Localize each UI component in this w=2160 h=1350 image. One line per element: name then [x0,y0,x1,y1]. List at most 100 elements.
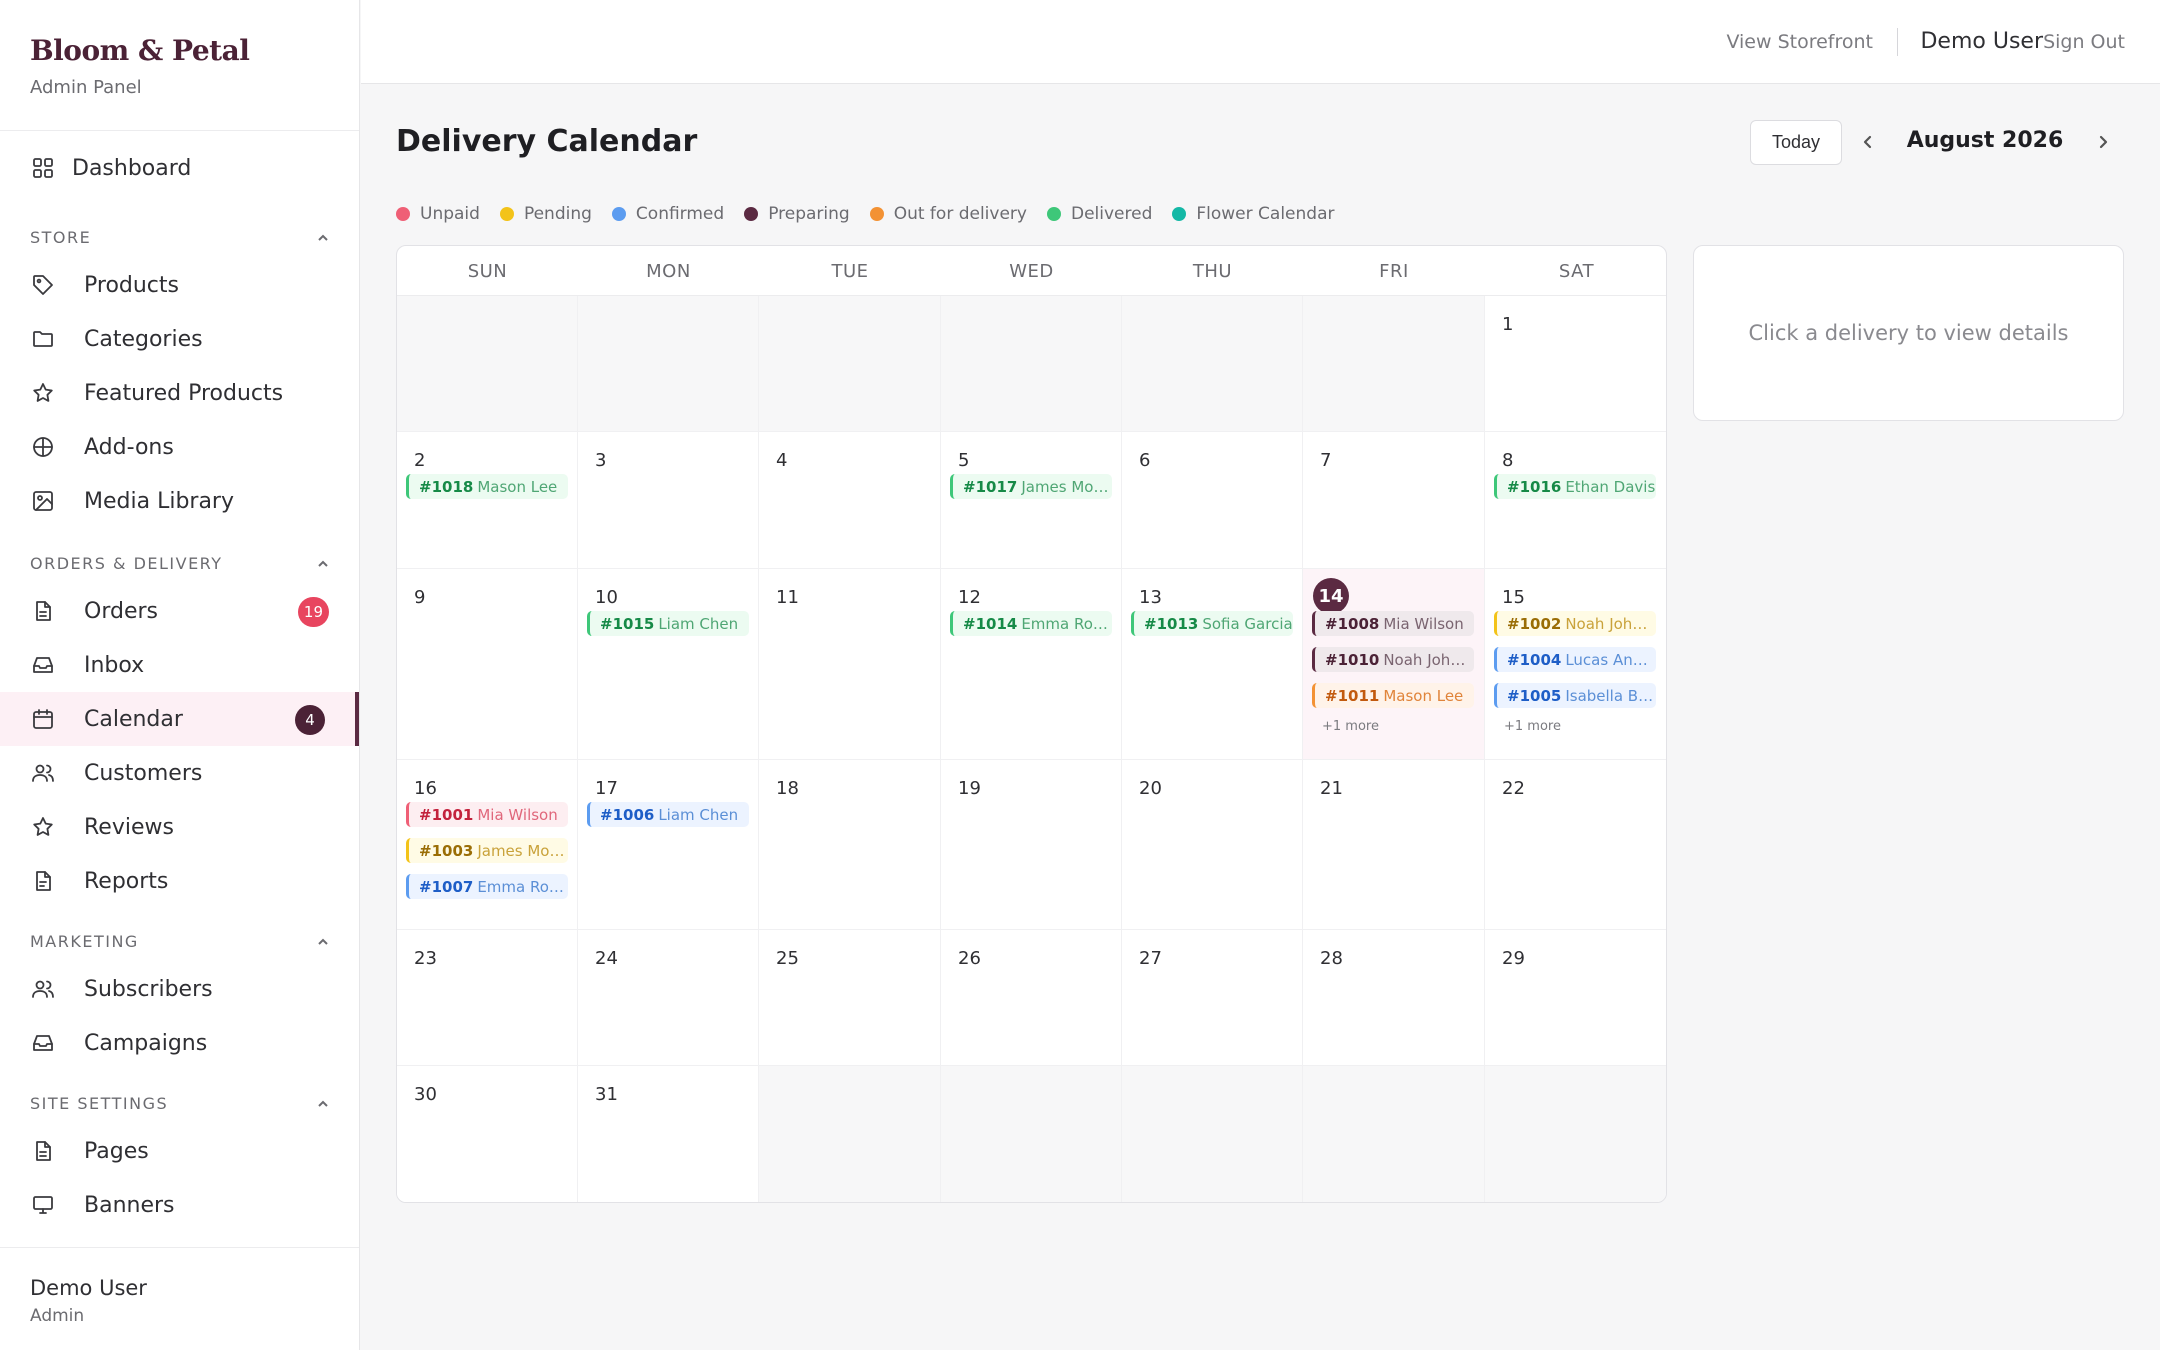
section-marketing[interactable]: MARKETING [30,929,330,953]
brand: Bloom & Petal Admin Panel [0,0,359,131]
prev-month-button[interactable] [1856,130,1880,154]
delivery-event[interactable]: #1018 Mason Lee [406,474,568,499]
tag-icon [30,272,56,298]
day-cell[interactable]: 4 [759,432,941,569]
inbox-icon [30,1030,56,1056]
day-cell[interactable]: 17 #1006 Liam Chen [578,760,759,930]
section-store[interactable]: STORE [30,225,330,249]
sidebar-item-media-library[interactable]: Media Library [0,474,359,528]
sidebar-item-inbox[interactable]: Inbox [0,638,359,692]
customer-name: James Moore [477,841,568,860]
day-cell[interactable]: 25 [759,930,941,1066]
sign-out-link[interactable]: Sign Out [2043,31,2125,53]
delivery-event[interactable]: #1004Lucas Anderson [1494,647,1656,672]
sidebar-item-reviews[interactable]: Reviews [0,800,359,854]
day-number: 12 [958,587,981,608]
weekday-label: SUN [467,260,508,282]
delivery-event[interactable]: #1006 Liam Chen [587,802,749,827]
delivery-event[interactable]: #1016 Ethan Davis [1494,474,1656,499]
empty-day-cell [397,296,578,432]
day-cell[interactable]: 8 #1016 Ethan Davis [1485,432,1666,569]
delivery-event[interactable]: #1002Noah Johnson [1494,611,1656,636]
customer-name: Lucas Anderson [1565,650,1656,669]
order-id: #1014 [963,614,1018,633]
section-site-settings[interactable]: SITE SETTINGS [30,1091,330,1115]
sidebar-item-orders[interactable]: Orders 19 [0,584,359,638]
sidebar-item-label: Reports [84,868,169,894]
day-cell[interactable]: 29 [1485,930,1666,1066]
day-cell[interactable]: 18 [759,760,941,930]
day-cell[interactable]: 2 #1018 Mason Lee [397,432,578,569]
delivery-event[interactable]: #1010Noah Johnson [1312,647,1474,672]
sidebar-item-featured-products[interactable]: Featured Products [0,366,359,420]
day-cell[interactable]: 27 [1122,930,1303,1066]
sidebar-user[interactable]: Demo User Admin [0,1247,359,1350]
sidebar-item-banners[interactable]: Banners [0,1178,359,1232]
day-cell[interactable]: 13 #1013 Sofia Garcia [1122,569,1303,760]
day-cell[interactable]: 31 [578,1066,759,1202]
day-cell[interactable]: 24 [578,930,759,1066]
sidebar-item-reports[interactable]: Reports [0,854,359,908]
day-cell[interactable]: 1 [1485,296,1666,432]
delivery-event[interactable]: #1005Isabella Brown [1494,683,1656,708]
sidebar-item-customers[interactable]: Customers [0,746,359,800]
day-cell[interactable]: 22 [1485,760,1666,930]
delivery-event[interactable]: #1014Emma Rodriguez [950,611,1112,636]
day-cell[interactable]: 21 [1303,760,1485,930]
day-cell[interactable]: 9 [397,569,578,760]
view-storefront-link[interactable]: View Storefront [1726,31,1873,53]
section-orders-delivery[interactable]: ORDERS & DELIVERY [30,551,330,575]
sidebar-item-products[interactable]: Products [0,258,359,312]
day-cell[interactable]: 5 #1017 James Moore [941,432,1122,569]
day-number: 16 [414,778,437,799]
day-cell[interactable]: 20 [1122,760,1303,930]
brand-name[interactable]: Bloom & Petal [30,34,329,67]
more-events-link[interactable]: +1 more [1322,719,1379,734]
delivery-event[interactable]: #1013 Sofia Garcia [1131,611,1293,636]
next-month-button[interactable] [2091,130,2115,154]
sidebar-item-calendar[interactable]: Calendar 4 [0,692,359,746]
day-cell[interactable]: 19 [941,760,1122,930]
day-number: 29 [1502,948,1525,969]
page-title: Delivery Calendar [396,124,698,159]
day-cell[interactable]: 30 [397,1066,578,1202]
day-cell-today[interactable]: 14#1008Mia Wilson#1010Noah Johnson#1011M… [1303,569,1485,760]
delivery-event[interactable]: #1015 Liam Chen [587,611,749,636]
calendar-icon [30,706,56,732]
more-events-link[interactable]: +1 more [1504,719,1561,734]
legend-label: Preparing [768,204,850,224]
legend-dot-icon [611,207,626,221]
delivery-event[interactable]: #1003 James Moore [406,838,568,863]
day-cell[interactable]: 6 [1122,432,1303,569]
day-cell[interactable]: 28 [1303,930,1485,1066]
legend-label: Delivered [1070,204,1153,224]
sidebar-item-dashboard[interactable]: Dashboard [0,141,359,195]
topbar-user-name[interactable]: Demo User [1920,29,2043,54]
delivery-event[interactable]: #1008 Mia Wilson [1312,611,1474,636]
today-button[interactable]: Today [1750,120,1842,165]
day-cell[interactable]: 26 [941,930,1122,1066]
day-cell[interactable]: 3 [578,432,759,569]
weekday-label: SAT [1558,260,1595,282]
day-cell[interactable]: 7 [1303,432,1485,569]
sidebar-item-pages[interactable]: Pages [0,1124,359,1178]
sidebar-item-subscribers[interactable]: Subscribers [0,962,359,1016]
order-id: #1018 [419,477,474,496]
delivery-event[interactable]: #1007Emma Rodriguez [406,874,568,899]
folder-icon [30,326,56,352]
day-cell[interactable]: 15#1002Noah Johnson#1004Lucas Anderson#1… [1485,569,1666,760]
delivery-event[interactable]: #1001 Mia Wilson [406,802,568,827]
empty-day-cell [1485,1066,1666,1202]
day-number: 3 [595,450,607,471]
day-cell[interactable]: 23 [397,930,578,1066]
day-cell[interactable]: 11 [759,569,941,760]
day-cell[interactable]: 10 #1015 Liam Chen [578,569,759,760]
delivery-event[interactable]: #1017 James Moore [950,474,1112,499]
sidebar-item-campaigns[interactable]: Campaigns [0,1016,359,1070]
day-cell[interactable]: 16 #1001 Mia Wilson #1003 James Moore #1007 Em… [397,760,578,930]
delivery-event[interactable]: #1011 Mason Lee [1312,683,1474,708]
legend-item: Out for delivery [869,204,1027,224]
sidebar-item-add-ons[interactable]: Add-ons [0,420,359,474]
sidebar-item-categories[interactable]: Categories [0,312,359,366]
day-cell[interactable]: 12 #1014Emma Rodriguez [941,569,1122,760]
